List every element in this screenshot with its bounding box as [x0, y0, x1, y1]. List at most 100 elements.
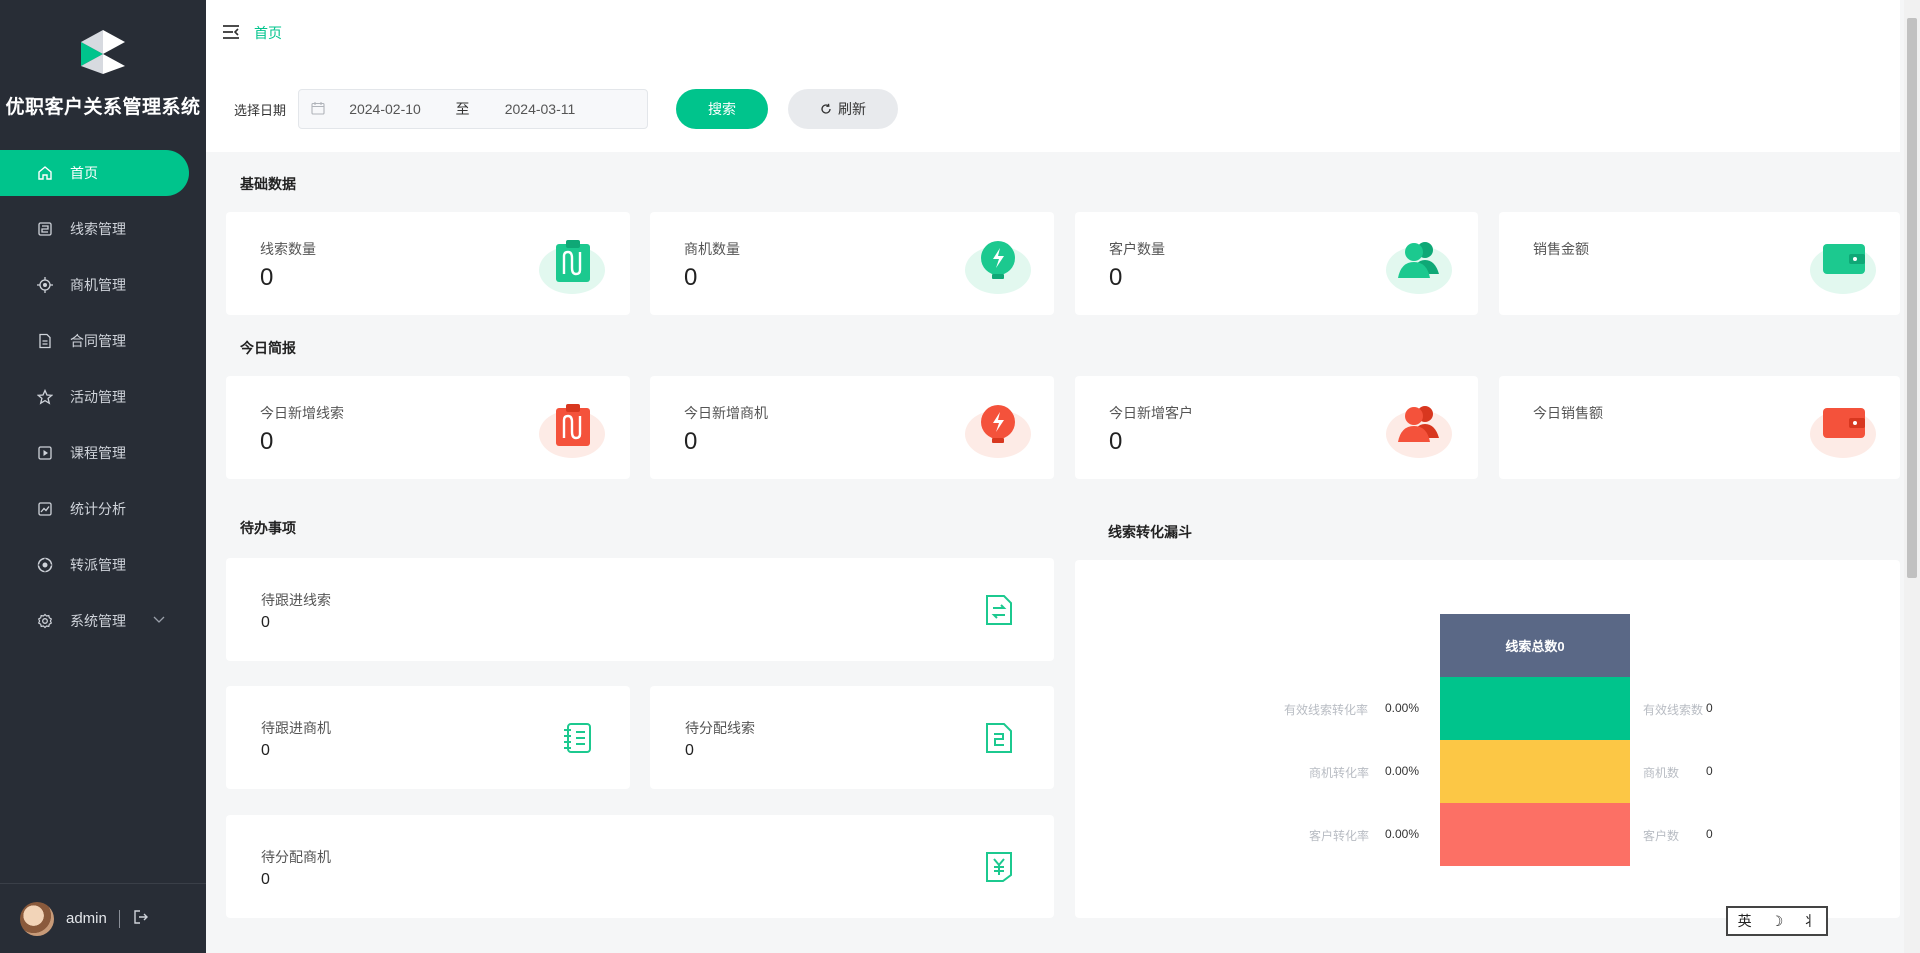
stat-label: 今日新增客户: [1109, 405, 1193, 421]
funnel-left-value: 0.00%: [1385, 827, 1420, 841]
lightbulb-icon: [964, 234, 1034, 301]
sidebar-item-clues[interactable]: 线索管理: [0, 206, 206, 252]
funnel-right-label: 商机数: [1643, 766, 1680, 780]
stat-card-today-customers[interactable]: 今日新增客户 0: [1075, 376, 1478, 479]
sidebar-item-label: 课程管理: [70, 445, 126, 461]
users-icon: [1385, 398, 1455, 465]
funnel-left-label: 客户转化率: [1309, 829, 1370, 843]
search-button[interactable]: 搜索: [676, 89, 769, 129]
stat-card-today-clues[interactable]: 今日新增线索 0: [226, 376, 630, 479]
lightbulb-icon: [964, 398, 1034, 465]
sidebar-item-activities[interactable]: 活动管理: [0, 374, 206, 420]
contract-icon: [36, 332, 54, 350]
stat-value: 0: [1109, 428, 1123, 455]
funnel-left-label: 商机转化率: [1309, 766, 1370, 780]
transfer-icon: [36, 556, 54, 574]
sidebar-item-home[interactable]: 首页: [0, 150, 189, 196]
todo-value: 0: [261, 871, 270, 888]
document-exchange-icon: [985, 594, 1013, 629]
calendar-icon: [311, 101, 325, 118]
avatar[interactable]: [20, 901, 54, 936]
users-icon: [1385, 234, 1455, 301]
home-icon: [36, 164, 54, 182]
sidebar-item-label: 合同管理: [70, 333, 126, 349]
stat-card-today-opportunities[interactable]: 今日新增商机 0: [650, 376, 1054, 479]
ime-toolbar[interactable]: 英 ☽ ⺦: [1726, 906, 1828, 936]
section-title-today: 今日简报: [240, 340, 296, 356]
moon-icon[interactable]: ☽: [1771, 913, 1784, 930]
breadcrumb[interactable]: 首页: [254, 23, 282, 43]
sidebar-item-label: 转派管理: [70, 557, 126, 573]
opportunity-icon: [36, 276, 54, 294]
scrollbar[interactable]: [1904, 0, 1920, 953]
clue-icon: [36, 220, 54, 238]
funnel-left-value: 0.00%: [1385, 764, 1420, 778]
sidebar-item-opportunities[interactable]: 商机管理: [0, 262, 206, 308]
date-range-picker[interactable]: 2024-02-10 至 2024-03-11: [298, 89, 649, 129]
end-date-input[interactable]: 2024-03-11: [480, 101, 600, 117]
stat-card-opportunities[interactable]: 商机数量 0: [650, 212, 1054, 315]
sidebar-item-label: 首页: [70, 165, 98, 181]
funnel-right-label: 客户数: [1643, 829, 1680, 843]
funnel-bar-valid-clues[interactable]: [1440, 677, 1630, 740]
user-bar: admin: [0, 883, 206, 953]
todo-card-assign-opportunities[interactable]: 待分配商机 0: [226, 815, 1054, 918]
sidebar-item-contracts[interactable]: 合同管理: [0, 318, 206, 364]
app-name: 优职客户关系管理系统: [5, 97, 201, 118]
funnel-right-value: 0: [1706, 764, 1713, 778]
logout-icon[interactable]: [132, 908, 150, 929]
sidebar-item-courses[interactable]: 课程管理: [0, 430, 206, 476]
todo-card-follow-opportunities[interactable]: 待跟进商机 0: [226, 686, 630, 789]
stat-card-customers[interactable]: 客户数量 0: [1075, 212, 1478, 315]
start-date-input[interactable]: 2024-02-10: [325, 101, 445, 117]
funnel-total-label: 线索总数0: [1505, 639, 1565, 654]
sidebar: 优职客户关系管理系统 首页 线索管理 商机管理 合同管理 活动管理 课程管理 统…: [0, 0, 206, 953]
todo-label: 待跟进线索: [261, 592, 331, 608]
sidebar-item-label: 活动管理: [70, 389, 126, 405]
sidebar-item-system[interactable]: 系统管理: [0, 598, 206, 644]
funnel-bar-opportunities[interactable]: [1440, 740, 1630, 803]
section-title-basic: 基础数据: [240, 176, 296, 192]
todo-label: 待分配商机: [261, 849, 331, 865]
menu-toggle-icon[interactable]: [222, 24, 240, 43]
sidebar-item-statistics[interactable]: 统计分析: [0, 486, 206, 532]
ime-settings-icon[interactable]: ⺦: [1802, 911, 1816, 931]
todo-value: 0: [261, 742, 270, 759]
funnel-right-value: 0: [1706, 827, 1713, 841]
stat-card-today-sales[interactable]: 今日销售额: [1499, 376, 1900, 479]
user-name: admin: [66, 910, 107, 927]
range-separator: 至: [455, 101, 470, 117]
header: 首页: [206, 0, 1900, 66]
clue-clipboard-icon: [538, 234, 608, 301]
document-icon: [985, 722, 1013, 757]
todo-card-follow-clues[interactable]: 待跟进线索 0: [226, 558, 1054, 661]
stat-card-sales[interactable]: 销售金额: [1499, 212, 1900, 315]
stat-value: 0: [1109, 264, 1123, 291]
sidebar-item-transfer[interactable]: 转派管理: [0, 542, 206, 588]
stat-label: 线索数量: [260, 241, 316, 257]
funnel-total-bar[interactable]: 线索总数0: [1440, 614, 1630, 677]
stat-card-clues[interactable]: 线索数量 0: [226, 212, 630, 315]
todo-card-assign-clues[interactable]: 待分配线索 0: [650, 686, 1054, 789]
logo[interactable]: 优职客户关系管理系统: [0, 28, 206, 119]
divider: [118, 909, 120, 928]
stat-value: 0: [684, 428, 698, 455]
ime-language-toggle[interactable]: 英: [1738, 911, 1752, 931]
stat-label: 销售金额: [1533, 241, 1589, 257]
sidebar-item-label: 统计分析: [70, 501, 126, 517]
refresh-icon: [821, 103, 831, 114]
refresh-button[interactable]: 刷新: [788, 89, 899, 129]
stat-label: 今日新增线索: [260, 405, 344, 421]
refresh-label: 刷新: [838, 101, 867, 117]
funnel-left-value: 0.00%: [1385, 701, 1420, 715]
funnel-bar-customers[interactable]: [1440, 803, 1630, 866]
sidebar-item-label: 商机管理: [70, 277, 126, 293]
funnel-left-label: 有效线索转化率: [1284, 703, 1369, 717]
wallet-icon: [1809, 234, 1879, 301]
sidebar-item-label: 线索管理: [70, 221, 126, 237]
stat-label: 今日销售额: [1533, 405, 1603, 421]
scrollbar-thumb[interactable]: [1907, 18, 1917, 578]
stat-value: 0: [684, 264, 698, 291]
filter-bar: 选择日期 2024-02-10 至 2024-03-11 搜索 刷新: [206, 66, 1900, 152]
wallet-icon: [1809, 398, 1879, 465]
